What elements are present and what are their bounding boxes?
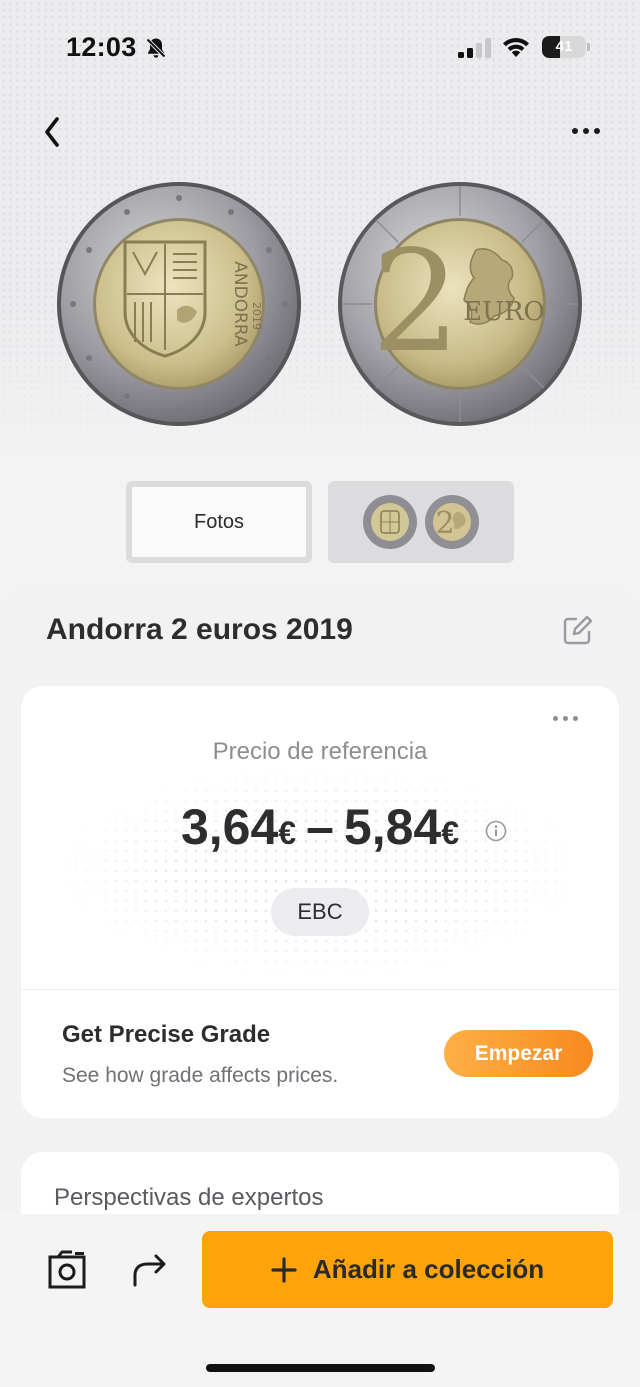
price-max-currency: € [441,815,460,851]
start-grade-button[interactable]: Empezar [444,1030,593,1077]
reference-price-card: Precio de referencia 3,64€ –5,84€ EBC Get… [21,686,619,1118]
coin-reverse-thumbnail: 2 [425,495,479,549]
more-options-button[interactable] [566,116,606,146]
status-time: 12:03 [66,32,137,62]
chevron-left-icon [45,117,59,147]
price-min-currency: € [278,815,297,851]
price-card-more-button[interactable] [553,716,578,721]
cellular-signal-icon [458,38,491,58]
photos-label: Fotos [132,487,306,557]
price-separator: – [306,799,334,855]
svg-text:2: 2 [371,221,460,384]
price-label: Precio de referencia [212,738,428,765]
add-to-collection-button[interactable]: Añadir a colección [202,1231,613,1308]
svg-text:ANDORRA: ANDORRA [230,261,250,347]
card-divider [21,989,619,990]
ellipsis-icon [553,716,558,721]
coin-thumbnails[interactable]: 2 [328,481,514,563]
coin-reverse-image[interactable]: 2 EURO [336,180,584,428]
coin-obverse-thumbnail [363,495,417,549]
back-button[interactable] [32,110,72,154]
plus-icon [271,1256,297,1283]
price-min: 3,64 [180,799,279,855]
bell-slash-icon [145,37,167,59]
grade-badge[interactable]: EBC [271,888,369,936]
photos-thumbnail[interactable]: Fotos [126,481,312,563]
precise-grade-subtitle: See how grade affects prices. [62,1064,339,1087]
battery-level: 41 [555,38,573,55]
add-to-collection-label: Añadir a colección [312,1254,545,1284]
wifi-icon [503,37,529,57]
edit-icon[interactable] [560,614,594,648]
battery-nub [587,43,590,51]
coin-title: Andorra 2 euros 2019 [46,613,353,646]
coin-obverse-image[interactable]: ANDORRA 2019 [55,180,303,428]
expert-insights-title: Perspectivas de expertos [54,1184,324,1211]
ellipsis-icon [572,128,578,134]
battery-icon: 41 [542,36,586,58]
precise-grade-title: Get Precise Grade [62,1021,271,1048]
price-max: 5,84 [343,799,442,855]
home-indicator[interactable] [206,1364,435,1372]
svg-text:EURO: EURO [463,297,545,327]
svg-text:2: 2 [435,506,454,541]
price-range: 3,64€ –5,84€ [21,798,619,856]
camera-icon[interactable] [46,1249,88,1291]
status-bar: 12:03 41 [0,0,640,96]
share-arrow-icon[interactable] [130,1253,168,1289]
info-icon[interactable] [485,820,507,842]
svg-text:2019: 2019 [250,302,263,330]
